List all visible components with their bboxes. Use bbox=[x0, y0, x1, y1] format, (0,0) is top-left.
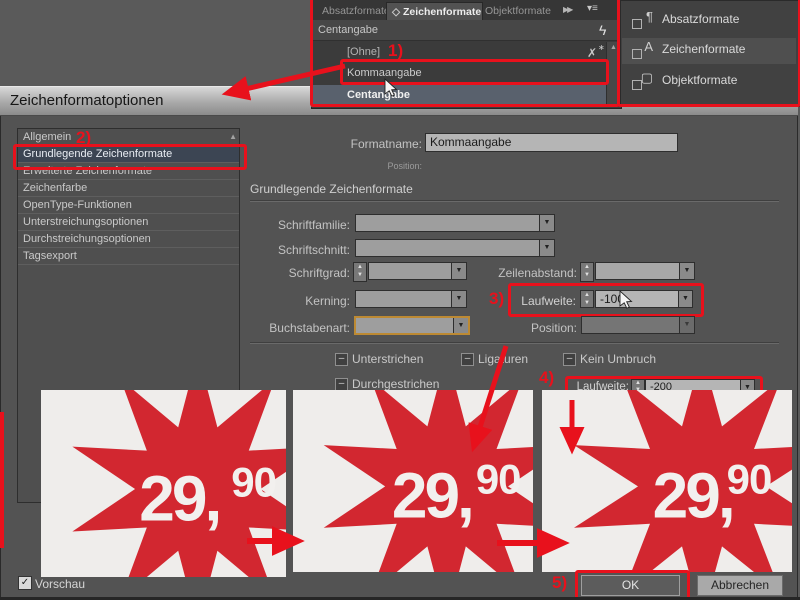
font-family-dropdown[interactable]: ▼ bbox=[355, 214, 555, 232]
leading-dropdown[interactable]: ▼ bbox=[595, 262, 695, 280]
preview-image-tracking-0: 29, 90 bbox=[41, 390, 286, 577]
stepper-down-icon[interactable]: ▼ bbox=[354, 271, 366, 279]
font-style-dropdown[interactable]: ▼ bbox=[355, 239, 555, 257]
font-family-label: Schriftfamilie: bbox=[277, 218, 350, 232]
chevron-down-icon[interactable]: ▼ bbox=[451, 291, 466, 307]
chevron-down-icon[interactable]: ▼ bbox=[451, 263, 466, 279]
preview-image-tracking-100: 29,90 bbox=[293, 390, 533, 572]
stepper-down-icon[interactable]: ▼ bbox=[581, 299, 593, 307]
kerning-label: Kerning: bbox=[305, 294, 350, 308]
tracking-label: Laufweite: bbox=[521, 294, 576, 308]
step-5-annotation: 5) bbox=[552, 573, 568, 592]
ligatures-checkbox[interactable]: – bbox=[461, 353, 474, 366]
kerning-dropdown[interactable]: ▼ bbox=[355, 290, 467, 308]
styles-panel-highlight-box bbox=[310, 0, 620, 107]
leading-label: Zeilenabstand: bbox=[498, 266, 577, 280]
step-3-annotation: 3) bbox=[489, 289, 505, 308]
price-text: 29,90 bbox=[139, 458, 277, 535]
divider bbox=[250, 200, 779, 202]
case-dropdown[interactable]: ▼ bbox=[354, 316, 470, 335]
format-name-input[interactable]: Kommaangabe bbox=[425, 133, 678, 152]
chevron-down-icon[interactable]: ▼ bbox=[453, 318, 468, 333]
preview-image-tracking-200: 29,90 bbox=[542, 390, 792, 572]
position-label: Position: bbox=[530, 321, 577, 335]
stepper-up-icon[interactable]: ▲ bbox=[354, 263, 366, 271]
category-tagsexport[interactable]: Tagsexport bbox=[18, 248, 239, 265]
chevron-down-icon[interactable]: ▼ bbox=[679, 317, 694, 333]
category-unterstreichungsoptionen[interactable]: Unterstreichungsoptionen bbox=[18, 214, 239, 231]
scroll-up-icon[interactable]: ▲ bbox=[229, 132, 237, 141]
price-text: 29,90 bbox=[391, 455, 522, 532]
tracking-stepper[interactable]: ▲ ▼ bbox=[580, 290, 594, 308]
stepper-up-icon[interactable]: ▲ bbox=[581, 291, 593, 299]
category-durchstreichungsoptionen[interactable]: Durchstreichungsoptionen bbox=[18, 231, 239, 248]
section-title: Grundlegende Zeichenformate bbox=[250, 182, 413, 196]
stepper-up-icon[interactable]: ▲ bbox=[581, 263, 593, 271]
font-style-label: Schriftschnitt: bbox=[277, 243, 350, 257]
indesign-app: Zeichenformatoptionen Allgemein Grundleg… bbox=[0, 0, 800, 600]
preview-label: Vorschau bbox=[35, 577, 86, 591]
underline-label: Unterstrichen bbox=[352, 352, 424, 366]
preview-checkbox[interactable]: ✓ bbox=[18, 576, 32, 590]
stepper-down-icon[interactable]: ▼ bbox=[581, 271, 593, 279]
leading-stepper[interactable]: ▲ ▼ bbox=[580, 262, 594, 282]
divider bbox=[250, 342, 779, 344]
dock-panel-highlight-box bbox=[617, 0, 800, 107]
chevron-down-icon[interactable]: ▼ bbox=[679, 263, 694, 279]
chevron-down-icon[interactable]: ▼ bbox=[539, 215, 554, 231]
category-opentype-funktionen[interactable]: OpenType-Funktionen bbox=[18, 197, 239, 214]
ok-button[interactable]: OK bbox=[581, 575, 680, 596]
no-break-label: Kein Umbruch bbox=[580, 352, 657, 366]
stepper-up-icon[interactable]: ▲ bbox=[632, 380, 644, 387]
ligatures-label: Ligaturen bbox=[478, 352, 529, 366]
step-4-annotation: 4) bbox=[539, 368, 555, 387]
font-size-dropdown[interactable]: ▼ bbox=[368, 262, 467, 280]
case-label: Buchstabenart: bbox=[269, 321, 350, 335]
cancel-button[interactable]: Abbrechen bbox=[697, 575, 783, 596]
font-size-label: Schriftgrad: bbox=[288, 266, 350, 280]
tracking-input[interactable]: -100 bbox=[595, 290, 681, 308]
underline-checkbox[interactable]: – bbox=[335, 353, 348, 366]
price-text: 29,90 bbox=[652, 455, 773, 532]
chevron-down-icon[interactable]: ▼ bbox=[678, 290, 693, 308]
position-dropdown[interactable]: ▼ bbox=[581, 316, 695, 334]
dialog-title: Zeichenformatoptionen bbox=[10, 92, 164, 109]
font-size-stepper[interactable]: ▲ ▼ bbox=[353, 262, 367, 282]
category-zeichenfarbe[interactable]: Zeichenfarbe bbox=[18, 180, 239, 197]
format-name-label: Formatname: bbox=[350, 137, 422, 151]
strikethrough-label: Durchgestrichen bbox=[352, 377, 440, 391]
chevron-down-icon[interactable]: ▼ bbox=[539, 240, 554, 256]
position-static-label: Position: bbox=[387, 161, 422, 171]
no-break-checkbox[interactable]: – bbox=[563, 353, 576, 366]
category-highlight-box bbox=[13, 144, 247, 170]
